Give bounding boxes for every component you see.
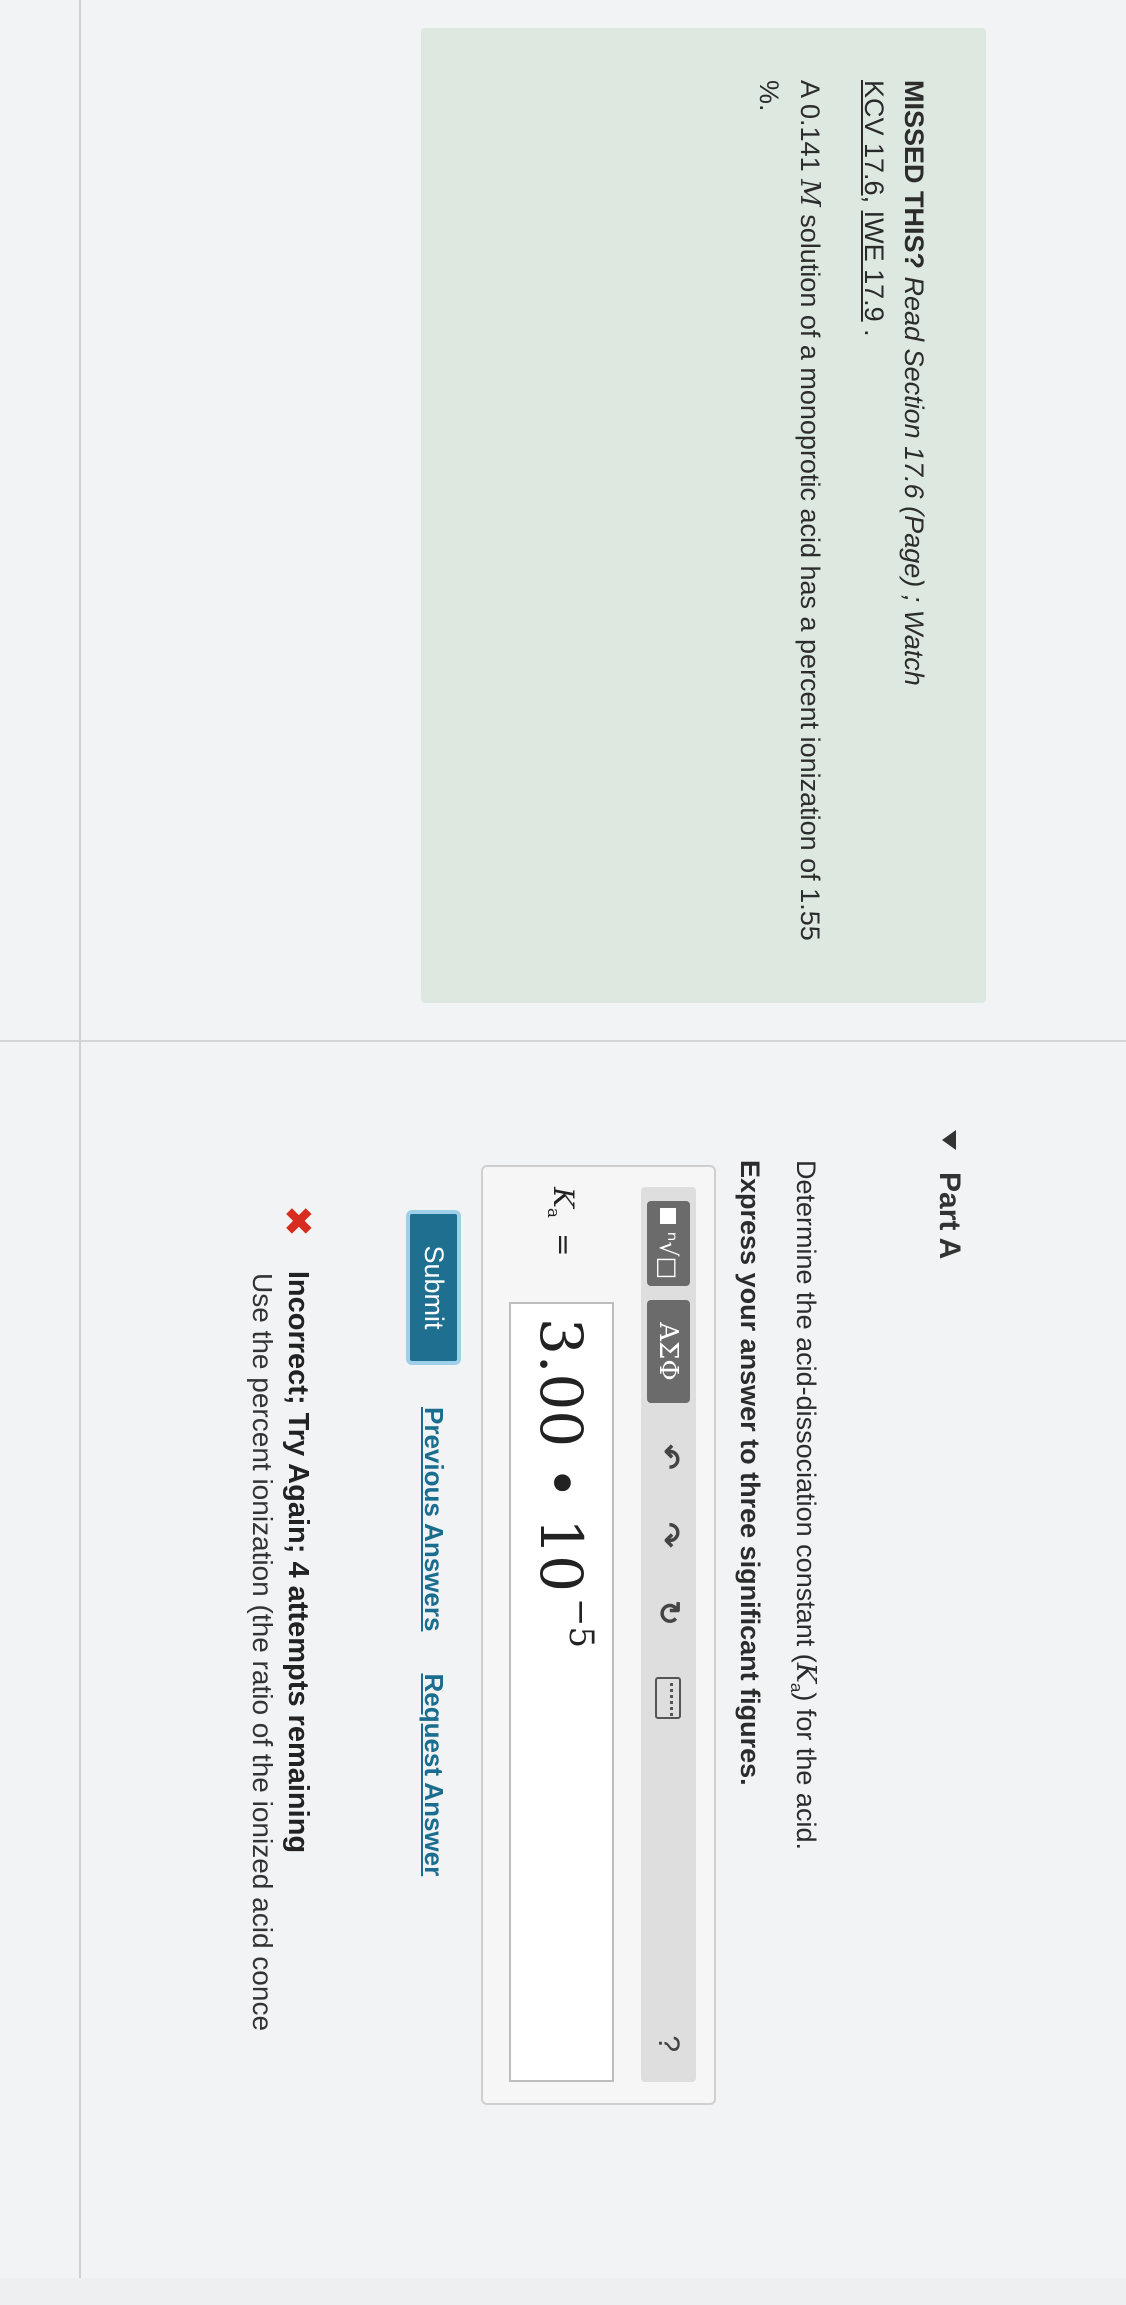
- column-divider: [0, 1040, 1126, 1042]
- template-square-icon: [660, 1207, 677, 1224]
- molarity-unit: M: [794, 179, 825, 207]
- question-prompt: Determine the acid-dissociation constant…: [776, 1160, 826, 2260]
- answer-input[interactable]: 3.00 • 10 −5: [509, 1302, 614, 2082]
- radical-icon: ⁿ√□: [654, 1231, 683, 1280]
- link-separator: ,: [859, 195, 889, 211]
- links-period: .: [859, 321, 889, 337]
- prompt-ka-var: K: [790, 1662, 821, 1683]
- read-section-text: Read Section 17.6 (Page) ; Watch: [899, 276, 929, 686]
- part-a-header[interactable]: Part A: [932, 1130, 966, 1259]
- incorrect-x-icon: ✖: [276, 1205, 320, 1237]
- ka-var: K: [547, 1187, 580, 1208]
- undo-icon[interactable]: ↶: [647, 1433, 690, 1481]
- prompt-pre: Determine the acid-dissociation constant…: [791, 1160, 821, 1663]
- intro-panel: MISSED THIS? Read Section 17.6 (Page) ; …: [421, 28, 986, 1003]
- question-block: Determine the acid-dissociation constant…: [724, 1160, 826, 2260]
- part-label: Part A: [933, 1172, 966, 1260]
- previous-answers-link[interactable]: Previous Answers: [418, 1407, 449, 1631]
- page: MISSED THIS? Read Section 17.6 (Page) ; …: [0, 0, 1126, 2278]
- feedback-hint: Use the percent ionization (the ratio of…: [247, 1273, 278, 2032]
- problem-text: solution of a monoprotic acid has a perc…: [754, 80, 825, 941]
- submit-button[interactable]: Submit: [406, 1210, 461, 1365]
- answer-row: Ka = 3.00 • 10 −5: [509, 1187, 614, 2082]
- action-row: Submit Previous Answers Request Answer: [406, 1210, 461, 1876]
- feedback-title: Incorrect; Try Again; 4 attempts remaini…: [282, 1270, 314, 1854]
- prompt-ka-sub: a: [787, 1682, 806, 1693]
- problem-concentration: A 0.141: [795, 80, 825, 172]
- answer-card: ⁿ√□ ΑΣΦ ↶ ↷ ↻ ? Ka = 3.00 • 10 −5: [481, 1165, 716, 2105]
- help-button[interactable]: ?: [652, 2035, 686, 2052]
- templates-button[interactable]: ⁿ√□: [647, 1201, 690, 1286]
- collapse-triangle-icon[interactable]: [942, 1130, 956, 1150]
- greek-symbols-button[interactable]: ΑΣΦ: [647, 1300, 690, 1403]
- missed-label: MISSED THIS?: [899, 80, 929, 270]
- feedback-block: ✖ Incorrect; Try Again; 4 attempts remai…: [244, 1205, 320, 2305]
- math-toolbar: ⁿ√□ ΑΣΦ ↶ ↷ ↻ ?: [641, 1187, 696, 2082]
- ka-label: Ka =: [543, 1187, 580, 1302]
- reset-icon[interactable]: ↻: [647, 1589, 690, 1637]
- request-answer-link[interactable]: Request Answer: [418, 1673, 449, 1876]
- problem-statement: A 0.141 M solution of a monoprotic acid …: [749, 80, 830, 973]
- kcv-link[interactable]: KCV 17.6: [859, 80, 889, 196]
- missed-this-line: MISSED THIS? Read Section 17.6 (Page) ; …: [894, 80, 934, 973]
- question-instruction: Express your answer to three significant…: [735, 1160, 765, 1786]
- feedback-title-row: ✖ Incorrect; Try Again; 4 attempts remai…: [276, 1205, 320, 2305]
- equals-sign: =: [547, 1224, 580, 1257]
- redo-icon[interactable]: ↷: [647, 1511, 690, 1559]
- prompt-post: ) for the acid.: [791, 1692, 821, 1850]
- video-links: KCV 17.6, IWE 17.9 .: [854, 80, 894, 973]
- bottom-divider: [79, 0, 81, 2278]
- answer-mantissa: 3.00 • 10: [527, 1318, 596, 1593]
- iwe-link[interactable]: IWE 17.9: [859, 211, 889, 322]
- ka-sub: a: [543, 1207, 563, 1219]
- answer-exponent: −5: [561, 1598, 602, 1649]
- keyboard-icon[interactable]: [655, 1677, 682, 1719]
